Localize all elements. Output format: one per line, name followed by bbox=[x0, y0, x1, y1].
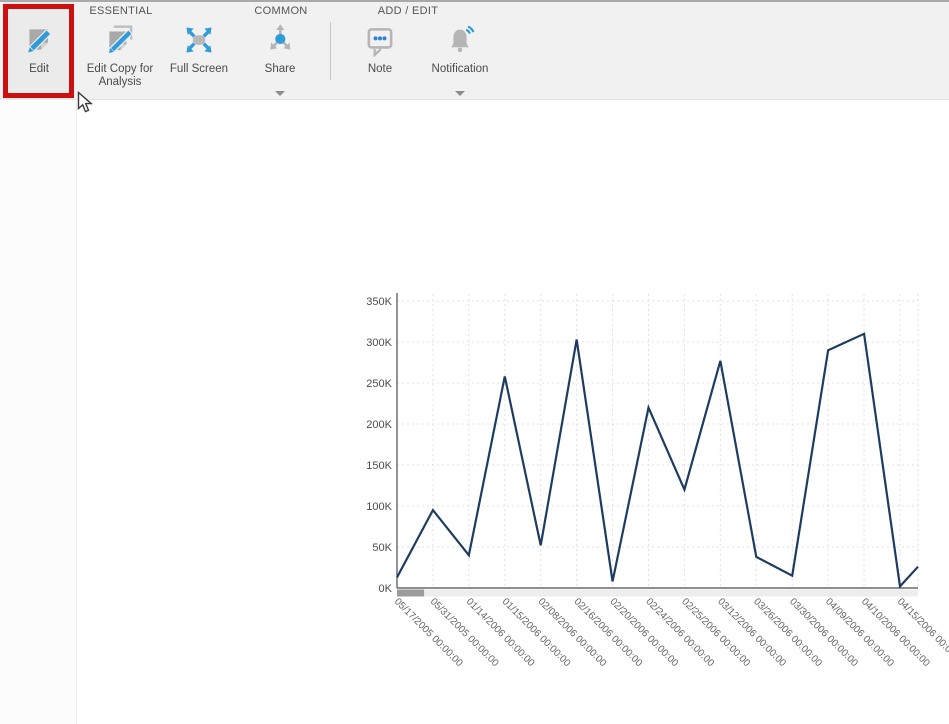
note-button[interactable]: Note bbox=[341, 2, 419, 100]
full-screen-button-label: Full Screen bbox=[170, 63, 228, 76]
full-screen-button[interactable]: Full Screen bbox=[160, 2, 238, 100]
edit-copy-icon bbox=[103, 23, 137, 57]
edit-button-label: Edit bbox=[29, 63, 49, 76]
x-tick-label: 01/15/2006 00:00:00 bbox=[500, 596, 573, 669]
share-button-label: Share bbox=[265, 63, 296, 76]
y-tick-label: 100K bbox=[366, 501, 392, 513]
edit-icon bbox=[22, 23, 56, 57]
notification-button-label: Notification bbox=[432, 63, 489, 76]
y-tick-label: 250K bbox=[366, 378, 392, 390]
chart-series-line bbox=[397, 334, 918, 587]
x-tick-label: 03/12/2006 00:00:00 bbox=[715, 596, 788, 669]
sales-line-chart[interactable]: 0K 50K 100K 150K 200K 250K 300K 350K 05/17/2005 … bbox=[340, 280, 949, 724]
share-button[interactable]: Share bbox=[241, 2, 319, 100]
x-tick-label: 05/31/2005 00:00:00 bbox=[428, 596, 501, 669]
full-screen-icon bbox=[182, 23, 216, 57]
app-window: ESSENTIAL COMMON ADD / EDIT Edit bbox=[0, 0, 949, 724]
x-tick-label: 03/30/2006 00:00:00 bbox=[787, 596, 860, 669]
x-tick-label: 02/16/2006 00:00:00 bbox=[572, 596, 645, 669]
x-tick-label: 05/17/2005 00:00:00 bbox=[392, 596, 465, 669]
x-tick-label: 02/24/2006 00:00:00 bbox=[643, 596, 716, 669]
ribbon-toolbar: ESSENTIAL COMMON ADD / EDIT Edit bbox=[0, 0, 949, 100]
edit-copy-for-analysis-button[interactable]: Edit Copy for Analysis bbox=[81, 2, 159, 100]
chart-scrollbar-thumb[interactable] bbox=[397, 590, 424, 597]
x-tick-label: 02/20/2006 00:00:00 bbox=[607, 596, 680, 669]
note-icon bbox=[363, 23, 397, 57]
notification-button[interactable]: Notification bbox=[415, 2, 505, 100]
toolbar-group-divider bbox=[330, 22, 331, 80]
share-icon bbox=[263, 23, 297, 57]
y-tick-label: 150K bbox=[366, 460, 392, 472]
x-tick-label: 04/10/2006 00:00:00 bbox=[859, 596, 932, 669]
y-tick-label: 300K bbox=[366, 337, 392, 349]
x-tick-label: 03/26/2006 00:00:00 bbox=[751, 596, 824, 669]
chart-canvas: 0K 50K 100K 150K 200K 250K 300K 350K 05/17/2005 … bbox=[340, 280, 949, 724]
chart-scrollbar-track[interactable] bbox=[397, 590, 918, 597]
note-button-label: Note bbox=[368, 63, 392, 76]
notification-dropdown-arrow[interactable] bbox=[455, 91, 465, 96]
y-tick-label: 50K bbox=[372, 542, 392, 554]
x-tick-label: 02/25/2006 00:00:00 bbox=[679, 596, 752, 669]
left-panel bbox=[0, 101, 77, 724]
x-tick-label: 04/09/2006 00:00:00 bbox=[823, 596, 896, 669]
y-tick-label: 200K bbox=[366, 419, 392, 431]
y-tick-label: 350K bbox=[366, 296, 392, 308]
x-tick-label: 02/08/2006 00:00:00 bbox=[536, 596, 609, 669]
notification-icon bbox=[443, 23, 477, 57]
y-tick-label: 0K bbox=[379, 583, 393, 595]
edit-button[interactable]: Edit bbox=[4, 2, 74, 100]
share-dropdown-arrow[interactable] bbox=[275, 91, 285, 96]
edit-copy-button-label: Edit Copy for Analysis bbox=[81, 63, 159, 89]
x-tick-label: 01/14/2006 00:00:00 bbox=[464, 596, 537, 669]
